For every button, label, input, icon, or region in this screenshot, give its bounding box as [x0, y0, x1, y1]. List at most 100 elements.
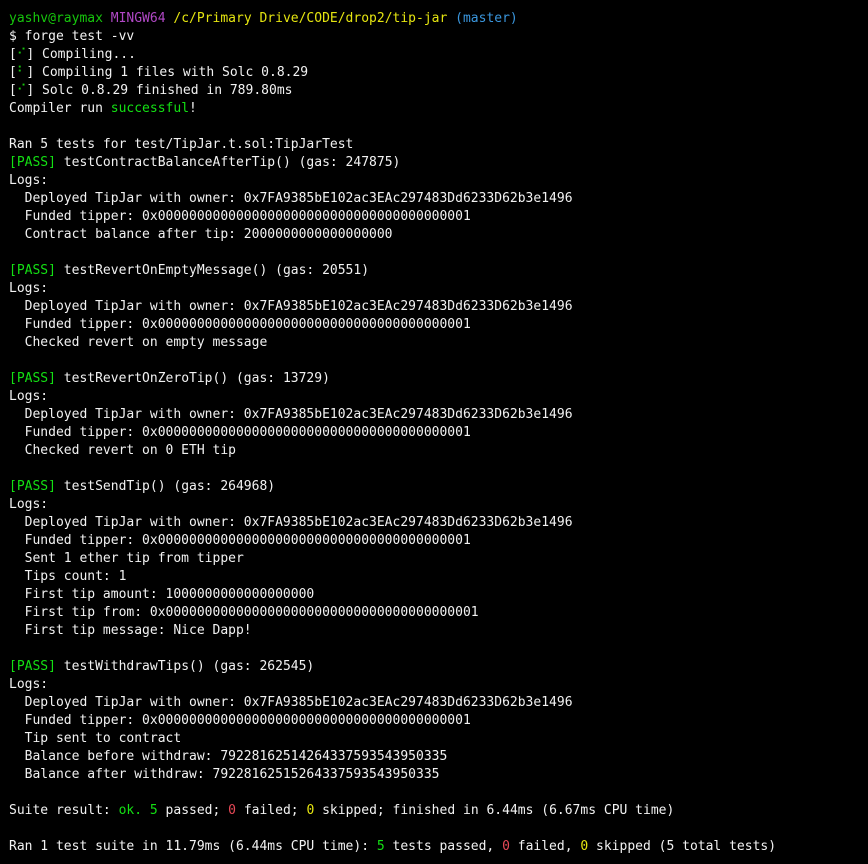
terminal-line: [⠃] Compiling 1 files with Solc 0.8.29 — [9, 64, 868, 82]
terminal-text: Tips count: 1 — [9, 569, 127, 584]
terminal-line: Ran 1 test suite in 11.79ms (6.44ms CPU … — [9, 838, 868, 856]
terminal-line: yashv@raymax MINGW64 /c/Primary Drive/CO… — [9, 10, 868, 28]
terminal-text: First tip amount: 1000000000000000000 — [9, 587, 315, 602]
terminal-text: Balance before withdraw: 792281625142643… — [9, 749, 448, 764]
terminal-text: ⠊ — [16, 47, 27, 62]
terminal-line: Logs: — [9, 172, 868, 190]
terminal-text: Funded tipper: 0x00000000000000000000000… — [9, 317, 471, 332]
terminal-line: Funded tipper: 0x00000000000000000000000… — [9, 424, 868, 442]
terminal-text: MINGW64 — [110, 11, 166, 26]
terminal-line: [PASS] testContractBalanceAfterTip() (ga… — [9, 154, 868, 172]
terminal-text: ] Solc 0.8.29 finished in 789.80ms — [26, 83, 293, 98]
terminal-text: [ — [9, 83, 17, 98]
terminal-text: Suite result: — [9, 803, 119, 818]
terminal-line: Logs: — [9, 280, 868, 298]
terminal-line: Funded tipper: 0x00000000000000000000000… — [9, 316, 868, 334]
terminal-text: [ — [9, 65, 17, 80]
terminal-text: Funded tipper: 0x00000000000000000000000… — [9, 713, 471, 728]
terminal-text: Deployed TipJar with owner: 0x7FA9385bE1… — [9, 695, 573, 710]
terminal-line: Deployed TipJar with owner: 0x7FA9385bE1… — [9, 298, 868, 316]
terminal-text: [PASS] — [9, 263, 56, 278]
terminal-line: Funded tipper: 0x00000000000000000000000… — [9, 712, 868, 730]
terminal-text: Deployed TipJar with owner: 0x7FA9385bE1… — [9, 191, 573, 206]
terminal-text: Logs: — [9, 281, 49, 296]
terminal-text: passed; — [157, 803, 229, 818]
terminal-text: Funded tipper: 0x00000000000000000000000… — [9, 425, 471, 440]
terminal-line: [⠊] Solc 0.8.29 finished in 789.80ms — [9, 82, 868, 100]
terminal-line: [⠊] Compiling... — [9, 46, 868, 64]
terminal-text: ok. — [118, 803, 143, 818]
terminal-text: successful — [110, 101, 190, 116]
terminal-line: [PASS] testSendTip() (gas: 264968) — [9, 478, 868, 496]
terminal-line: Sent 1 ether tip from tipper — [9, 550, 868, 568]
terminal-text: skipped (5 total tests) — [588, 839, 777, 854]
terminal-line: First tip amount: 1000000000000000000 — [9, 586, 868, 604]
terminal-window[interactable]: yashv@raymax MINGW64 /c/Primary Drive/CO… — [0, 0, 868, 864]
terminal-text: testRevertOnEmptyMessage() (gas: 20551) — [55, 263, 370, 278]
terminal-line: Compiler run successful! — [9, 100, 868, 118]
terminal-text: $ forge test -vv — [9, 29, 135, 44]
terminal-line: Balance before withdraw: 792281625142643… — [9, 748, 868, 766]
terminal-text: Compiler run — [9, 101, 111, 116]
terminal-text: Checked revert on 0 ETH tip — [9, 443, 236, 458]
terminal-text: ⠃ — [16, 65, 27, 80]
terminal-text: ! — [189, 101, 197, 116]
terminal-line: Deployed TipJar with owner: 0x7FA9385bE1… — [9, 190, 868, 208]
terminal-text: Tip sent to contract — [9, 731, 182, 746]
terminal-text: Funded tipper: 0x00000000000000000000000… — [9, 533, 471, 548]
terminal-text: First tip message: Nice Dapp! — [9, 623, 252, 638]
terminal-text: [PASS] — [9, 479, 56, 494]
terminal-line: [PASS] testRevertOnEmptyMessage() (gas: … — [9, 262, 868, 280]
terminal-line: Logs: — [9, 676, 868, 694]
terminal-text: Logs: — [9, 677, 49, 692]
terminal-line: Logs: — [9, 496, 868, 514]
terminal-line: Deployed TipJar with owner: 0x7FA9385bE1… — [9, 406, 868, 424]
terminal-text: 5 — [149, 803, 158, 818]
terminal-text: Contract balance after tip: 200000000000… — [9, 227, 393, 242]
terminal-text: failed, — [509, 839, 581, 854]
terminal-text: testContractBalanceAfterTip() (gas: 2478… — [55, 155, 401, 170]
terminal-line: Suite result: ok. 5 passed; 0 failed; 0 … — [9, 802, 868, 820]
terminal-text: testSendTip() (gas: 264968) — [55, 479, 276, 494]
terminal-text: tests passed, — [384, 839, 503, 854]
terminal-text: First tip from: 0x0000000000000000000000… — [9, 605, 479, 620]
terminal-text: Balance after withdraw: 7922816251526433… — [9, 767, 440, 782]
terminal-text: 0 — [502, 839, 510, 854]
terminal-text: Ran 5 tests for test/TipJar.t.sol:TipJar… — [9, 137, 354, 152]
terminal-text: Logs: — [9, 497, 49, 512]
terminal-line: [PASS] testWithdrawTips() (gas: 262545) — [9, 658, 868, 676]
terminal-text: skipped; finished in 6.44ms (6.67ms CPU … — [314, 803, 675, 818]
terminal-line: Tip sent to contract — [9, 730, 868, 748]
terminal-line: Deployed TipJar with owner: 0x7FA9385bE1… — [9, 514, 868, 532]
terminal-line: $ forge test -vv — [9, 28, 868, 46]
terminal-text: ] Compiling... — [26, 47, 136, 62]
terminal-text: Deployed TipJar with owner: 0x7FA9385bE1… — [9, 515, 573, 530]
terminal-line: Checked revert on empty message — [9, 334, 868, 352]
terminal-line: [PASS] testRevertOnZeroTip() (gas: 13729… — [9, 370, 868, 388]
terminal-text: failed; — [236, 803, 307, 818]
terminal-line: Ran 5 tests for test/TipJar.t.sol:TipJar… — [9, 136, 868, 154]
terminal-text: testRevertOnZeroTip() (gas: 13729) — [55, 371, 330, 386]
terminal-text: [PASS] — [9, 659, 56, 674]
terminal-text: ] Compiling 1 files with Solc 0.8.29 — [26, 65, 309, 80]
terminal-text: [PASS] — [9, 371, 56, 386]
terminal-text: Deployed TipJar with owner: 0x7FA9385bE1… — [9, 299, 573, 314]
terminal-text: Logs: — [9, 389, 49, 404]
terminal-line: First tip message: Nice Dapp! — [9, 622, 868, 640]
terminal-line: Tips count: 1 — [9, 568, 868, 586]
terminal-text: 0 — [228, 803, 236, 818]
terminal-line: Funded tipper: 0x00000000000000000000000… — [9, 532, 868, 550]
terminal-text: Deployed TipJar with owner: 0x7FA9385bE1… — [9, 407, 573, 422]
terminal-line: Deployed TipJar with owner: 0x7FA9385bE1… — [9, 694, 868, 712]
terminal-line: Checked revert on 0 ETH tip — [9, 442, 868, 460]
terminal-text: Ran 1 test suite in 11.79ms (6.44ms CPU … — [9, 839, 377, 854]
terminal-line: Logs: — [9, 388, 868, 406]
